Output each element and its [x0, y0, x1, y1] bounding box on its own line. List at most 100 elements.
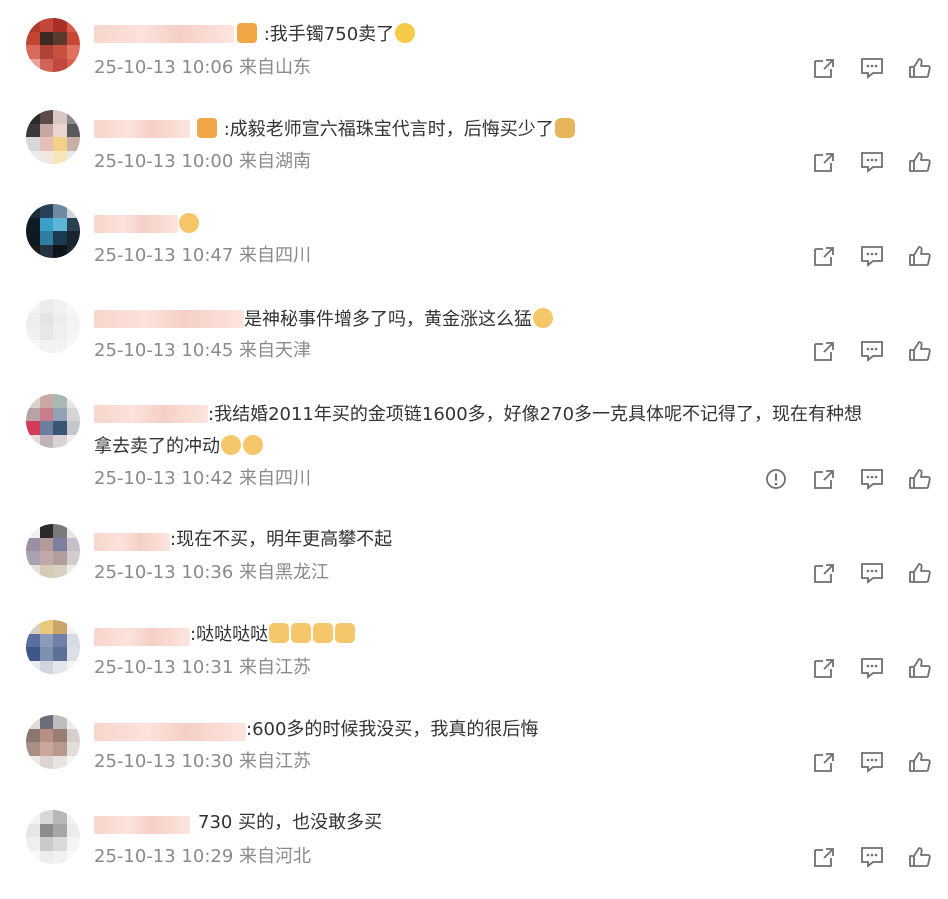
comment-actions	[764, 468, 932, 490]
like-icon[interactable]	[908, 245, 932, 267]
report-icon[interactable]	[764, 468, 788, 490]
comment-location: 来自江苏	[239, 657, 312, 678]
comment-meta: 25-10-13 10:31 来自江苏	[94, 657, 311, 679]
comment-item: :600多的时候我没买，我真的很后悔 25-10-13 10:30 来自江苏	[0, 698, 948, 793]
comment-meta: 25-10-13 10:47 来自四川	[94, 245, 311, 267]
share-icon[interactable]	[812, 468, 836, 490]
comment-item: :我手镯750卖了 25-10-13 10:06 来自山东	[0, 0, 948, 95]
comment-location: 来自江苏	[239, 751, 312, 772]
comment-location: 来自山东	[239, 57, 312, 78]
comment-text	[94, 208, 922, 242]
comment-meta: 25-10-13 10:00 来自湖南	[94, 151, 311, 173]
comment-meta: 25-10-13 10:30 来自江苏	[94, 751, 311, 773]
comment-location: 来自四川	[239, 245, 312, 266]
share-icon[interactable]	[812, 846, 836, 868]
like-icon[interactable]	[908, 151, 932, 173]
comment-item: :成毅老师宣六福珠宝代言时，后悔买少了 25-10-13 10:00 来自湖南	[0, 95, 948, 190]
comment-icon[interactable]	[860, 751, 884, 773]
comment-meta: 25-10-13 10:45 来自天津	[94, 340, 311, 362]
like-icon[interactable]	[908, 468, 932, 490]
comment-text: 是神秘事件增多了吗，黄金涨这么猛	[94, 303, 922, 337]
like-icon[interactable]	[908, 846, 932, 868]
avatar[interactable]	[26, 715, 80, 769]
comment-icon[interactable]	[860, 468, 884, 490]
sitting-person-icon	[554, 118, 575, 138]
like-icon[interactable]	[908, 57, 932, 79]
comment-location: 来自湖南	[239, 151, 312, 172]
avatar[interactable]	[26, 204, 80, 258]
comment-item: 是神秘事件增多了吗，黄金涨这么猛 25-10-13 10:45 来自天津	[0, 285, 948, 380]
crown-badge-icon	[237, 23, 257, 43]
comment-meta: 25-10-13 10:42 来自四川	[94, 468, 311, 490]
comment-actions	[812, 657, 932, 679]
comment-time: 25-10-13 10:42	[94, 468, 234, 489]
comment-meta: 25-10-13 10:36 来自黑龙江	[94, 562, 329, 584]
doge-icon	[179, 213, 199, 233]
thumbs-up-emoji-icon	[313, 623, 334, 643]
like-icon[interactable]	[908, 562, 932, 584]
comment-time: 25-10-13 10:31	[94, 657, 234, 678]
comment-icon[interactable]	[860, 151, 884, 173]
comment-icon[interactable]	[860, 657, 884, 679]
thumbs-up-emoji-icon	[335, 623, 356, 643]
comment-item: :哒哒哒哒 25-10-13 10:31 来自江苏	[0, 603, 948, 698]
avatar[interactable]	[26, 18, 80, 72]
comment-actions	[812, 57, 932, 79]
like-icon[interactable]	[908, 340, 932, 362]
avatar[interactable]	[26, 524, 80, 578]
comment-actions	[812, 340, 932, 362]
comment-location: 来自黑龙江	[239, 562, 330, 583]
avatar[interactable]	[26, 620, 80, 674]
comment-time: 25-10-13 10:47	[94, 245, 234, 266]
comment-text: :成毅老师宣六福珠宝代言时，后悔买少了	[94, 113, 922, 147]
comment-text: :我手镯750卖了	[94, 18, 922, 52]
comment-text-continued: 拿去卖了的冲动	[94, 430, 922, 464]
comment-time: 25-10-13 10:30	[94, 751, 234, 772]
share-icon[interactable]	[812, 245, 836, 267]
comment-time: 25-10-13 10:00	[94, 151, 234, 172]
thumbs-up-emoji-icon	[269, 623, 290, 643]
comment-actions	[812, 846, 932, 868]
comment-text: 730 买的，也没敢多买	[198, 812, 383, 833]
comment-meta: 25-10-13 10:06 来自山东	[94, 57, 311, 79]
share-icon[interactable]	[812, 57, 836, 79]
comment-location: 来自四川	[239, 468, 312, 489]
comment-item: :我结婚2011年买的金项链1600多，好像270多一克具体呢不记得了，现在有种…	[0, 380, 948, 508]
comment-actions	[812, 562, 932, 584]
like-icon[interactable]	[908, 751, 932, 773]
avatar[interactable]	[26, 299, 80, 353]
comment-icon[interactable]	[860, 846, 884, 868]
comment-time: 25-10-13 10:29	[94, 846, 234, 867]
share-icon[interactable]	[812, 562, 836, 584]
avatar[interactable]	[26, 810, 80, 864]
avatar[interactable]	[26, 110, 80, 164]
like-icon[interactable]	[908, 657, 932, 679]
comment-item: 730 买的，也没敢多买 25-10-13 10:29 来自河北	[0, 793, 948, 899]
share-icon[interactable]	[812, 340, 836, 362]
comment-text: :现在不买，明年更高攀不起	[170, 529, 393, 550]
comment-icon[interactable]	[860, 245, 884, 267]
comment-icon[interactable]	[860, 57, 884, 79]
comment-actions	[812, 751, 932, 773]
crown-badge-icon	[197, 118, 217, 138]
share-icon[interactable]	[812, 657, 836, 679]
share-icon[interactable]	[812, 751, 836, 773]
comment-meta: 25-10-13 10:29 来自河北	[94, 846, 311, 868]
comment-time: 25-10-13 10:45	[94, 340, 234, 361]
comment-text: :哒哒哒哒	[94, 618, 922, 652]
comment-text: :600多的时候我没买，我真的很后悔	[246, 719, 539, 740]
thumbs-up-emoji-icon	[291, 623, 312, 643]
share-icon[interactable]	[812, 151, 836, 173]
comment-icon[interactable]	[860, 340, 884, 362]
comment-actions	[812, 245, 932, 267]
comment-actions	[812, 151, 932, 173]
comment-location: 来自河北	[239, 846, 312, 867]
comment-location: 来自天津	[239, 340, 312, 361]
comment-text: :我结婚2011年买的金项链1600多，好像270多一克具体呢不记得了，现在有种…	[208, 404, 863, 425]
doge-icon	[533, 308, 553, 328]
comment-item: 25-10-13 10:47 来自四川	[0, 190, 948, 285]
comment-time: 25-10-13 10:36	[94, 562, 234, 583]
avatar[interactable]	[26, 394, 80, 448]
cry-laugh-icon	[395, 23, 416, 43]
comment-icon[interactable]	[860, 562, 884, 584]
